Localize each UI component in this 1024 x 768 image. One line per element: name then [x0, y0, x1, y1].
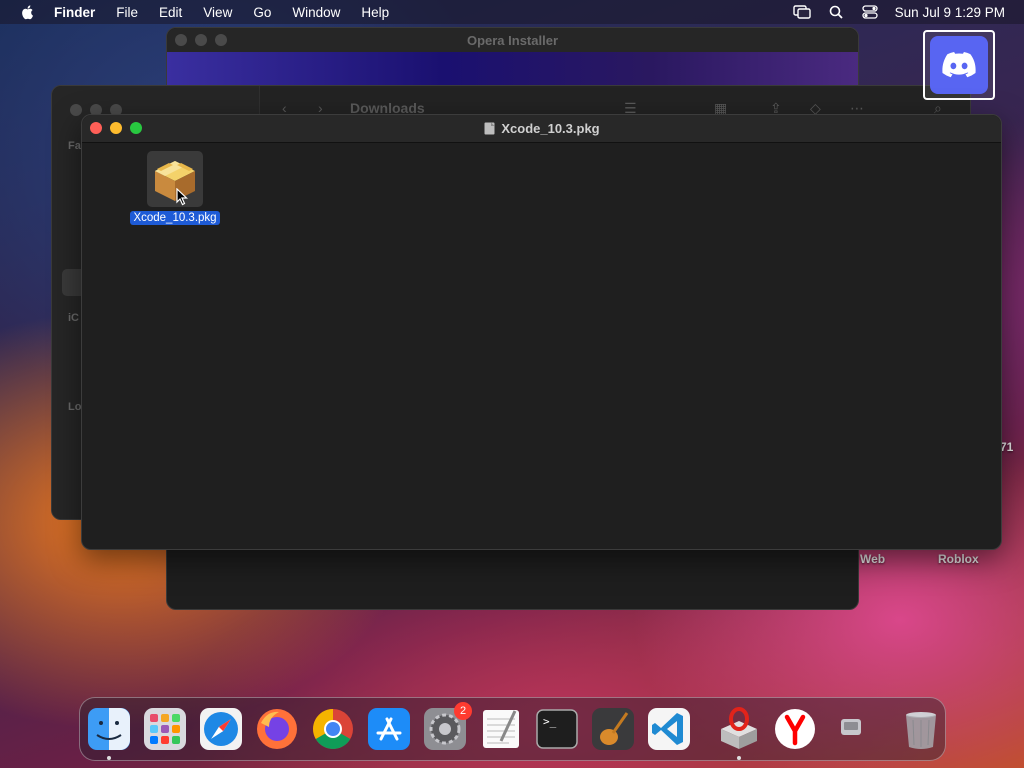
apple-menu-icon[interactable] — [20, 4, 36, 20]
menu-view[interactable]: View — [203, 5, 232, 20]
menu-bar: Finder File Edit View Go Window Help Sun… — [0, 0, 1024, 24]
dock-launchpad[interactable] — [143, 707, 187, 751]
safari-icon — [200, 708, 242, 750]
dock-garageband[interactable] — [591, 707, 635, 751]
app-store-icon — [368, 708, 410, 750]
yandex-icon — [775, 709, 815, 749]
control-center-icon[interactable] — [861, 4, 879, 20]
dock-terminal[interactable]: >_ — [535, 707, 579, 751]
dock-safari[interactable] — [199, 707, 243, 751]
opera-installer-titlebar: Opera Installer — [167, 28, 858, 52]
menu-app-name[interactable]: Finder — [54, 5, 95, 20]
dock-disk-image[interactable] — [829, 707, 873, 751]
svg-text:>_: >_ — [543, 715, 557, 728]
window-title: Xcode_10.3.pkg — [82, 121, 1001, 136]
dock-firefox[interactable] — [255, 707, 299, 751]
finder-icon — [88, 708, 130, 750]
dock-system-preferences[interactable]: 2 — [423, 702, 472, 751]
opera-close-button[interactable] — [175, 34, 187, 46]
opera-installer-icon — [721, 707, 757, 749]
dock-finder[interactable] — [87, 707, 131, 760]
desktop-item-label-71[interactable]: 71 — [1000, 440, 1013, 454]
launchpad-icon — [144, 708, 186, 750]
menu-window[interactable]: Window — [292, 5, 340, 20]
opera-window-controls — [175, 34, 227, 46]
opera-zoom-button[interactable] — [215, 34, 227, 46]
dock-opera-installer[interactable] — [717, 707, 761, 760]
dock: 2 >_ — [79, 697, 946, 761]
sidebar-section-favorites: Fa — [68, 140, 81, 152]
main-window-titlebar: Xcode_10.3.pkg — [82, 115, 1001, 143]
chrome-icon — [313, 709, 353, 749]
dock-chrome[interactable] — [311, 707, 355, 751]
dock-app-store[interactable] — [367, 707, 411, 751]
textedit-icon — [483, 710, 519, 748]
terminal-icon: >_ — [536, 709, 578, 749]
discord-desktop-icon[interactable] — [923, 30, 995, 100]
opera-minimize-button[interactable] — [195, 34, 207, 46]
dock-yandex[interactable] — [773, 707, 817, 751]
window-title-text: Xcode_10.3.pkg — [501, 121, 600, 136]
desktop-item-label-web[interactable]: Web — [860, 552, 885, 566]
menu-file[interactable]: File — [116, 5, 138, 20]
garageband-icon — [592, 708, 634, 750]
file-item-xcode-pkg[interactable]: Xcode_10.3.pkg — [128, 151, 222, 226]
xcode-pkg-window[interactable]: Xcode_10.3.pkg Xcode_10.3.pkg — [81, 114, 1002, 550]
package-icon[interactable] — [147, 151, 203, 207]
notification-badge: 2 — [454, 702, 472, 720]
vscode-icon — [648, 708, 690, 750]
menu-edit[interactable]: Edit — [159, 5, 182, 20]
menu-help[interactable]: Help — [361, 5, 389, 20]
firefox-icon — [257, 709, 297, 749]
menu-clock[interactable]: Sun Jul 9 1:29 PM — [895, 5, 1005, 20]
downloads-close-button[interactable] — [70, 104, 82, 116]
screen-mirroring-icon[interactable] — [792, 4, 811, 20]
package-file-icon — [484, 122, 495, 135]
dock-textedit[interactable] — [479, 707, 523, 751]
running-indicator — [107, 756, 111, 760]
spotlight-search-icon[interactable] — [827, 4, 845, 20]
dock-vscode[interactable] — [647, 707, 691, 751]
file-name-label[interactable]: Xcode_10.3.pkg — [130, 211, 220, 225]
dock-trash[interactable] — [899, 707, 943, 751]
discord-icon — [930, 36, 988, 94]
desktop-item-label-roblox[interactable]: Roblox — [938, 552, 979, 566]
disk-image-icon — [841, 719, 861, 735]
sidebar-section-locations: Lo — [68, 401, 82, 413]
opera-installer-title: Opera Installer — [466, 32, 559, 48]
running-indicator — [737, 756, 741, 760]
menu-go[interactable]: Go — [253, 5, 271, 20]
mouse-cursor-icon — [176, 188, 188, 206]
trash-icon — [906, 712, 936, 749]
sidebar-section-icloud: iC — [68, 312, 79, 324]
